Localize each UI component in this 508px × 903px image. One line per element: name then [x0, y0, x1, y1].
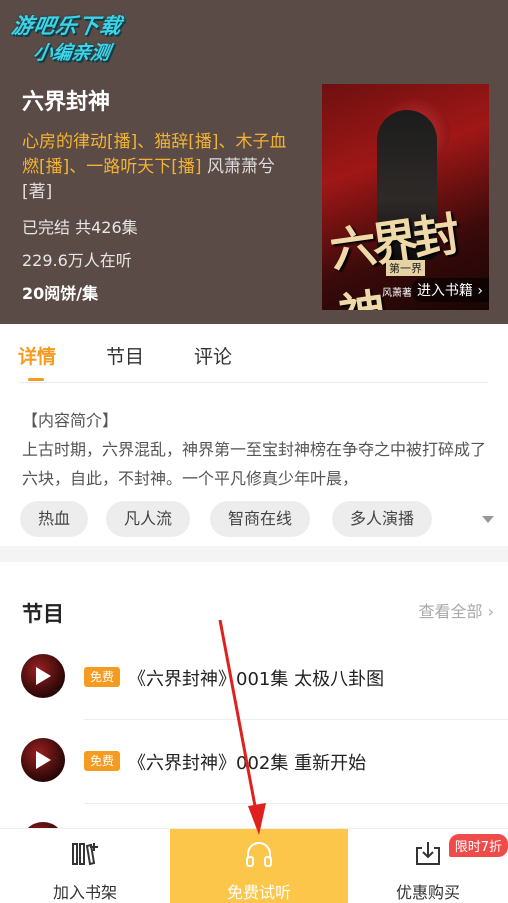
free-listen-button[interactable]: 免费试听 — [170, 829, 348, 903]
limited-discount-badge: 限时7折 — [448, 834, 508, 857]
enter-book-button[interactable]: 进入书籍 › — [410, 278, 489, 302]
episode-title[interactable]: 《六界封神》001集 太极八卦图 — [128, 665, 384, 691]
tab-episodes[interactable]: 节目 — [106, 342, 144, 369]
book-title: 六界封神 — [22, 90, 111, 115]
tab-details[interactable]: 详情 — [18, 342, 56, 369]
free-badge: 免费 — [84, 667, 121, 687]
book-credits[interactable]: 心房的律动[播]、猫辞[播]、木子血燃[播]、一路听天下[播] 风萧萧兮[著] — [22, 130, 292, 205]
play-icon — [36, 667, 51, 685]
discount-buy-button[interactable]: 优惠购买 限时7折 — [348, 829, 508, 903]
active-tab-indicator — [28, 378, 44, 381]
section-title: 节目 — [22, 602, 64, 626]
book-cover[interactable]: 六界封神 第一界 风萧著 进入书籍 › — [322, 84, 489, 310]
book-header: 游吧乐下载 小编亲测 六界封神 心房的律动[播]、猫辞[播]、木子血燃[播]、一… — [0, 0, 508, 324]
discount-buy-label: 优惠购买 — [395, 883, 460, 902]
view-all-link[interactable]: 查看全部 › — [419, 598, 495, 622]
episode-row[interactable]: 免费 《六界封神》001集 太极八卦图 — [0, 636, 508, 720]
listener-count: 229.6万人在听 — [22, 251, 132, 270]
episode-title[interactable]: 《六界封神》002集 重新开始 — [128, 749, 366, 775]
headphones-icon — [246, 842, 272, 867]
detail-card: 详情 节目 评论 【内容简介】 上古时期，六界混乱，神界第一至宝封神榜在争夺之中… — [0, 324, 508, 546]
episode-row[interactable]: 免费 《六界封神》002集 重新开始 — [0, 720, 508, 804]
episode-thumbnail[interactable] — [21, 654, 65, 698]
download-box-icon — [416, 842, 440, 865]
watermark-line1: 游吧乐下载 — [9, 14, 124, 38]
episode-price: 20阅饼/集 — [22, 284, 99, 303]
tab-comments[interactable]: 评论 — [194, 342, 232, 369]
tag-chip[interactable]: 热血 — [20, 501, 89, 537]
watermark-line2: 小编亲测 — [31, 42, 112, 64]
tab-divider — [20, 382, 488, 383]
tag-chip[interactable]: 凡人流 — [106, 501, 191, 537]
tag-list: 热血 凡人流 智商在线 多人演播 — [20, 501, 508, 537]
watermark-logo: 游吧乐下载 小编亲测 — [10, 10, 150, 68]
play-icon — [36, 751, 51, 769]
tag-chip[interactable]: 多人演播 — [332, 501, 433, 537]
bookshelf-plus-icon — [72, 843, 98, 866]
add-to-shelf-button[interactable]: 加入书架 — [0, 829, 170, 903]
cover-publisher: 风萧著 — [382, 288, 412, 299]
free-listen-label: 免费试听 — [226, 883, 291, 902]
tag-chip[interactable]: 智商在线 — [210, 501, 311, 537]
completion-status: 已完结 共426集 — [22, 218, 138, 237]
episode-thumbnail[interactable] — [21, 738, 65, 782]
intro-text[interactable]: 【内容简介】 上古时期，六界混乱，神界第一至宝封神榜在争夺之中被打碎成了六块，自… — [22, 406, 492, 493]
expand-tags-icon[interactable] — [482, 516, 494, 523]
cover-volume: 第一界 — [386, 260, 425, 276]
add-to-shelf-label: 加入书架 — [52, 883, 117, 902]
free-badge: 免费 — [84, 751, 121, 771]
bottom-action-bar: 加入书架 免费试听 优惠购买 限时7折 — [0, 828, 508, 903]
